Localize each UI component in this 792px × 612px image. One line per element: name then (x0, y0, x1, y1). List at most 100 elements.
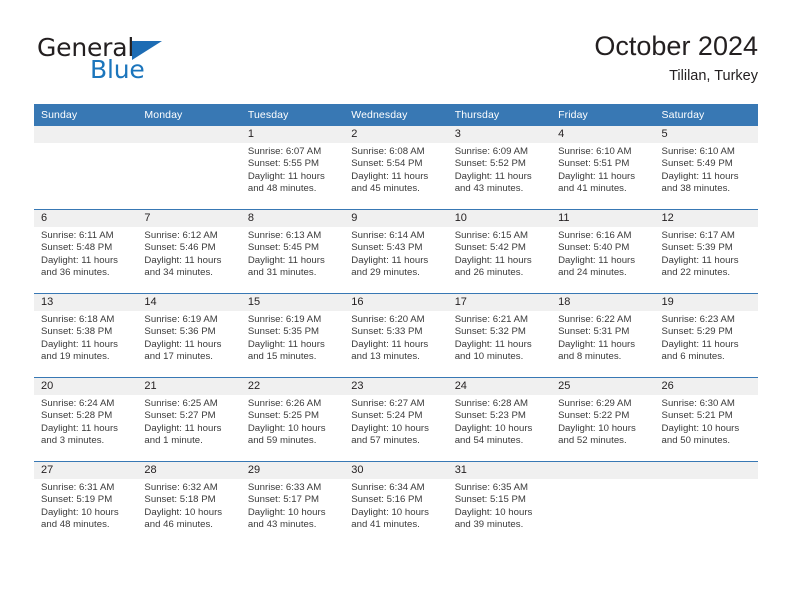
calendar-header-row: Sunday Monday Tuesday Wednesday Thursday… (34, 104, 758, 126)
day-cell[interactable] (137, 126, 241, 210)
day-details: Sunrise: 6:32 AM Sunset: 5:18 PM Dayligh… (137, 479, 240, 531)
weekday-header-tuesday: Tuesday (240, 104, 345, 126)
day-cell[interactable]: 31 Sunrise: 6:35 AM Sunset: 5:15 PM Dayl… (447, 461, 552, 545)
day-cell[interactable]: 5 Sunrise: 6:10 AM Sunset: 5:49 PM Dayli… (654, 126, 758, 210)
day-details: Sunrise: 6:24 AM Sunset: 5:28 PM Dayligh… (34, 395, 137, 447)
sunset-text: Sunset: 5:23 PM (454, 410, 526, 422)
day-number: 11 (551, 210, 655, 227)
daylight-text-line1: Daylight: 10 hours (558, 422, 636, 434)
day-number: 30 (344, 462, 448, 479)
sunset-text: Sunset: 5:43 PM (351, 242, 423, 254)
day-cell[interactable]: 12 Sunrise: 6:17 AM Sunset: 5:39 PM Dayl… (654, 209, 758, 294)
day-cell[interactable]: 19 Sunrise: 6:23 AM Sunset: 5:29 PM Dayl… (654, 293, 758, 378)
sunrise-text: Sunrise: 6:34 AM (351, 482, 425, 493)
daylight-text-line2: and 36 minutes. (41, 266, 110, 278)
daylight-text-line1: Daylight: 11 hours (41, 422, 118, 434)
sunrise-text: Sunrise: 6:22 AM (558, 314, 632, 325)
day-details: Sunrise: 6:33 AM Sunset: 5:17 PM Dayligh… (241, 479, 344, 531)
day-cell[interactable]: 25 Sunrise: 6:29 AM Sunset: 5:22 PM Dayl… (551, 377, 655, 462)
daylight-text-line1: Daylight: 10 hours (351, 422, 429, 434)
day-cell[interactable]: 27 Sunrise: 6:31 AM Sunset: 5:19 PM Dayl… (34, 461, 138, 545)
day-cell[interactable]: 7 Sunrise: 6:12 AM Sunset: 5:46 PM Dayli… (137, 209, 241, 294)
daylight-text-line1: Daylight: 11 hours (351, 338, 429, 350)
sunset-text: Sunset: 5:25 PM (247, 410, 320, 422)
sunrise-text: Sunrise: 6:07 AM (247, 146, 322, 157)
daylight-text-line1: Daylight: 11 hours (144, 422, 222, 434)
weekday-header-saturday: Saturday (654, 104, 758, 126)
day-cell[interactable]: 6 Sunrise: 6:11 AM Sunset: 5:48 PM Dayli… (34, 209, 138, 294)
day-cell[interactable]: 24 Sunrise: 6:28 AM Sunset: 5:23 PM Dayl… (447, 377, 552, 462)
day-cell[interactable]: 13 Sunrise: 6:18 AM Sunset: 5:38 PM Dayl… (34, 293, 138, 378)
day-cell[interactable] (34, 126, 138, 210)
sunset-text: Sunset: 5:16 PM (351, 494, 423, 506)
sunset-text: Sunset: 5:48 PM (41, 242, 113, 254)
daylight-text-line1: Daylight: 11 hours (247, 338, 325, 350)
day-cell[interactable]: 22 Sunrise: 6:26 AM Sunset: 5:25 PM Dayl… (240, 377, 345, 462)
day-number: 4 (551, 126, 655, 143)
general-blue-logo[interactable]: General Blue (34, 34, 264, 94)
sunrise-text: Sunrise: 6:13 AM (247, 230, 322, 241)
day-details: Sunrise: 6:25 AM Sunset: 5:27 PM Dayligh… (137, 395, 240, 447)
day-cell[interactable]: 20 Sunrise: 6:24 AM Sunset: 5:28 PM Dayl… (34, 377, 138, 462)
day-cell[interactable]: 1 Sunrise: 6:07 AM Sunset: 5:55 PM Dayli… (240, 126, 345, 210)
day-cell[interactable]: 21 Sunrise: 6:25 AM Sunset: 5:27 PM Dayl… (137, 377, 241, 462)
sunrise-text: Sunrise: 6:21 AM (454, 314, 529, 325)
day-number: 10 (447, 210, 552, 227)
day-cell[interactable]: 11 Sunrise: 6:16 AM Sunset: 5:40 PM Dayl… (551, 209, 655, 294)
sunrise-text: Sunrise: 6:26 AM (247, 398, 322, 409)
sunrise-text: Sunrise: 6:10 AM (661, 146, 735, 157)
day-cell[interactable] (551, 461, 655, 545)
week-row: 1 Sunrise: 6:07 AM Sunset: 5:55 PM Dayli… (34, 126, 758, 210)
day-cell[interactable]: 17 Sunrise: 6:21 AM Sunset: 5:32 PM Dayl… (447, 293, 552, 378)
calendar-table: Sunday Monday Tuesday Wednesday Thursday… (34, 104, 758, 545)
day-number: 26 (654, 378, 758, 395)
daylight-text-line1: Daylight: 10 hours (144, 506, 223, 518)
daylight-text-line1: Daylight: 11 hours (454, 254, 532, 266)
daylight-text-line1: Daylight: 11 hours (558, 338, 636, 350)
sunset-text: Sunset: 5:38 PM (41, 326, 113, 338)
sunrise-text: Sunrise: 6:32 AM (144, 482, 218, 493)
daylight-text-line1: Daylight: 10 hours (661, 422, 740, 434)
day-cell[interactable]: 16 Sunrise: 6:20 AM Sunset: 5:33 PM Dayl… (344, 293, 448, 378)
day-cell[interactable]: 18 Sunrise: 6:22 AM Sunset: 5:31 PM Dayl… (551, 293, 655, 378)
day-number (654, 462, 758, 479)
day-cell[interactable]: 10 Sunrise: 6:15 AM Sunset: 5:42 PM Dayl… (447, 209, 552, 294)
sunset-text: Sunset: 5:49 PM (661, 158, 733, 170)
sunset-text: Sunset: 5:22 PM (558, 410, 630, 422)
daylight-text-line1: Daylight: 11 hours (351, 170, 429, 182)
sunset-text: Sunset: 5:15 PM (454, 494, 526, 506)
day-number: 12 (654, 210, 758, 227)
day-cell[interactable]: 9 Sunrise: 6:14 AM Sunset: 5:43 PM Dayli… (344, 209, 448, 294)
day-cell[interactable]: 30 Sunrise: 6:34 AM Sunset: 5:16 PM Dayl… (344, 461, 448, 545)
day-cell[interactable]: 14 Sunrise: 6:19 AM Sunset: 5:36 PM Dayl… (137, 293, 241, 378)
day-number: 24 (447, 378, 552, 395)
day-details: Sunrise: 6:12 AM Sunset: 5:46 PM Dayligh… (137, 227, 240, 279)
sunrise-text: Sunrise: 6:09 AM (454, 146, 529, 157)
sunset-text: Sunset: 5:21 PM (661, 410, 733, 422)
day-details: Sunrise: 6:34 AM Sunset: 5:16 PM Dayligh… (344, 479, 447, 531)
day-details: Sunrise: 6:14 AM Sunset: 5:43 PM Dayligh… (344, 227, 447, 279)
day-cell[interactable]: 2 Sunrise: 6:08 AM Sunset: 5:54 PM Dayli… (344, 126, 448, 210)
week-row: 27 Sunrise: 6:31 AM Sunset: 5:19 PM Dayl… (34, 461, 758, 545)
day-number (137, 126, 241, 143)
sunrise-text: Sunrise: 6:31 AM (41, 482, 115, 493)
day-cell[interactable]: 28 Sunrise: 6:32 AM Sunset: 5:18 PM Dayl… (137, 461, 241, 545)
page-title: October 2024 (594, 31, 758, 61)
sunrise-text: Sunrise: 6:20 AM (351, 314, 425, 325)
day-cell[interactable]: 29 Sunrise: 6:33 AM Sunset: 5:17 PM Dayl… (240, 461, 345, 545)
weekday-header-thursday: Thursday (447, 104, 552, 126)
day-cell[interactable]: 3 Sunrise: 6:09 AM Sunset: 5:52 PM Dayli… (447, 126, 552, 210)
day-cell[interactable]: 4 Sunrise: 6:10 AM Sunset: 5:51 PM Dayli… (551, 126, 655, 210)
day-cell[interactable]: 23 Sunrise: 6:27 AM Sunset: 5:24 PM Dayl… (344, 377, 448, 462)
day-details: Sunrise: 6:22 AM Sunset: 5:31 PM Dayligh… (551, 311, 654, 363)
day-cell[interactable]: 15 Sunrise: 6:19 AM Sunset: 5:35 PM Dayl… (240, 293, 345, 378)
daylight-text-line2: and 19 minutes. (41, 350, 110, 362)
day-cell[interactable] (654, 461, 758, 545)
daylight-text-line1: Daylight: 11 hours (661, 338, 739, 350)
day-cell[interactable]: 26 Sunrise: 6:30 AM Sunset: 5:21 PM Dayl… (654, 377, 758, 462)
daylight-text-line1: Daylight: 11 hours (661, 254, 739, 266)
calendar-body: 1 Sunrise: 6:07 AM Sunset: 5:55 PM Dayli… (34, 126, 758, 545)
day-details: Sunrise: 6:29 AM Sunset: 5:22 PM Dayligh… (551, 395, 654, 447)
day-cell[interactable]: 8 Sunrise: 6:13 AM Sunset: 5:45 PM Dayli… (240, 209, 345, 294)
daylight-text-line1: Daylight: 10 hours (247, 422, 326, 434)
